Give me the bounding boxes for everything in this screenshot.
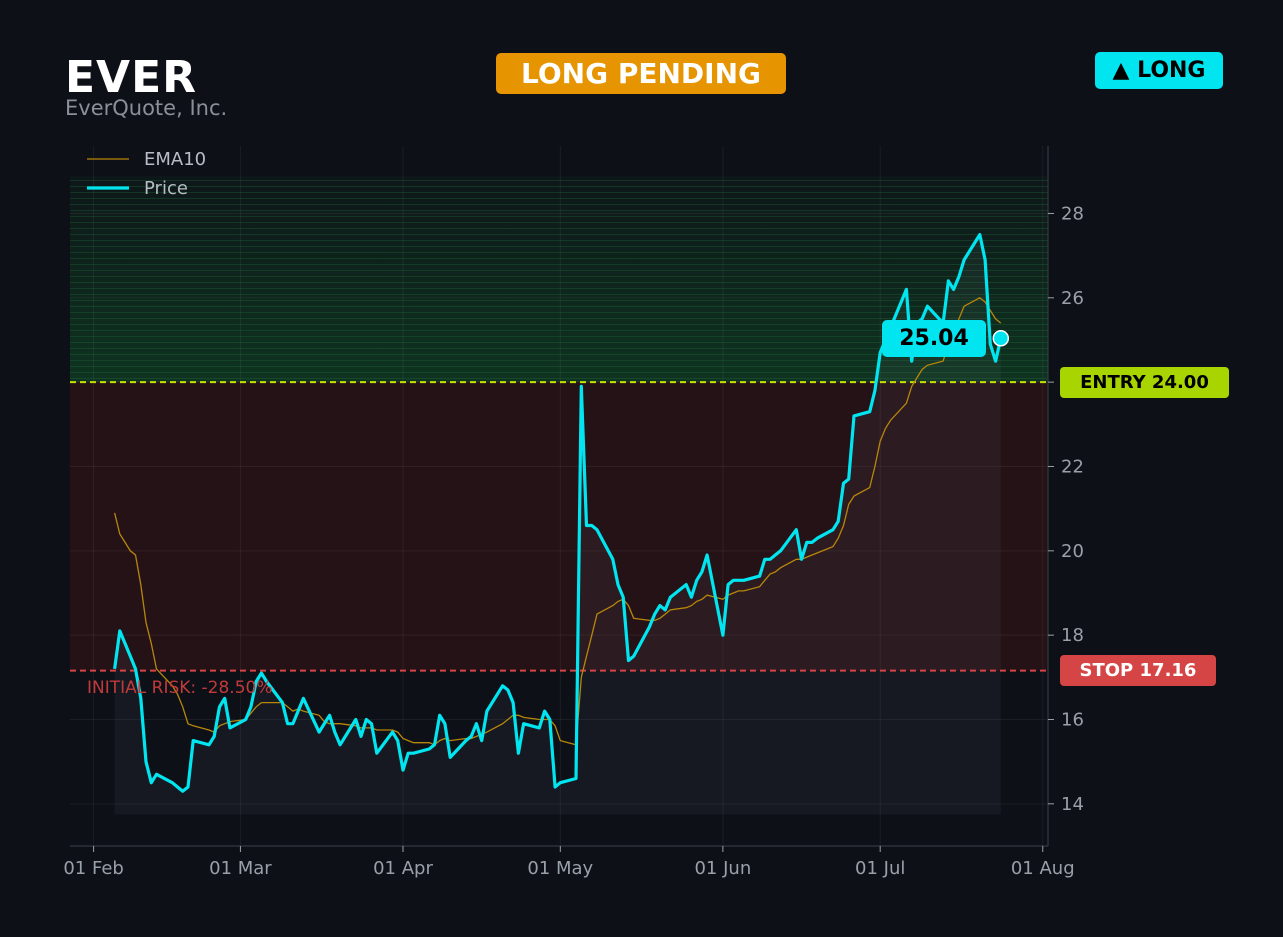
stop-level-badge: STOP 17.16 xyxy=(1060,655,1216,686)
status-badge: LONG PENDING xyxy=(496,53,786,94)
last-price-marker xyxy=(992,330,1010,347)
initial-risk-label: INITIAL RISK: -28.50% xyxy=(87,678,273,698)
x-tick-label: 01 Jul xyxy=(855,858,905,879)
y-tick-label: 16 xyxy=(1061,709,1084,730)
last-price-badge: 25.04 xyxy=(882,320,986,357)
legend-label: EMA10 xyxy=(144,149,206,170)
y-tick-label: 14 xyxy=(1061,794,1084,815)
price-chart: 141618202224262801 Feb01 Mar01 Apr01 May… xyxy=(63,146,1084,879)
y-tick-label: 22 xyxy=(1061,456,1084,477)
x-tick-label: 01 Jun xyxy=(694,858,751,879)
x-tick-label: 01 Feb xyxy=(63,858,124,879)
direction-badge: ▲ LONG xyxy=(1095,52,1223,89)
x-tick-label: 01 May xyxy=(527,858,593,879)
y-tick-label: 20 xyxy=(1061,541,1084,562)
y-tick-label: 28 xyxy=(1061,203,1084,224)
x-tick-label: 01 Aug xyxy=(1011,858,1075,879)
x-tick-label: 01 Apr xyxy=(373,858,433,879)
y-tick-label: 26 xyxy=(1061,288,1084,309)
legend-label: Price xyxy=(144,178,188,199)
x-tick-label: 01 Mar xyxy=(209,858,272,879)
y-tick-label: 18 xyxy=(1061,625,1084,646)
company-name: EverQuote, Inc. xyxy=(65,96,228,120)
entry-level-badge: ENTRY 24.00 xyxy=(1060,367,1229,398)
